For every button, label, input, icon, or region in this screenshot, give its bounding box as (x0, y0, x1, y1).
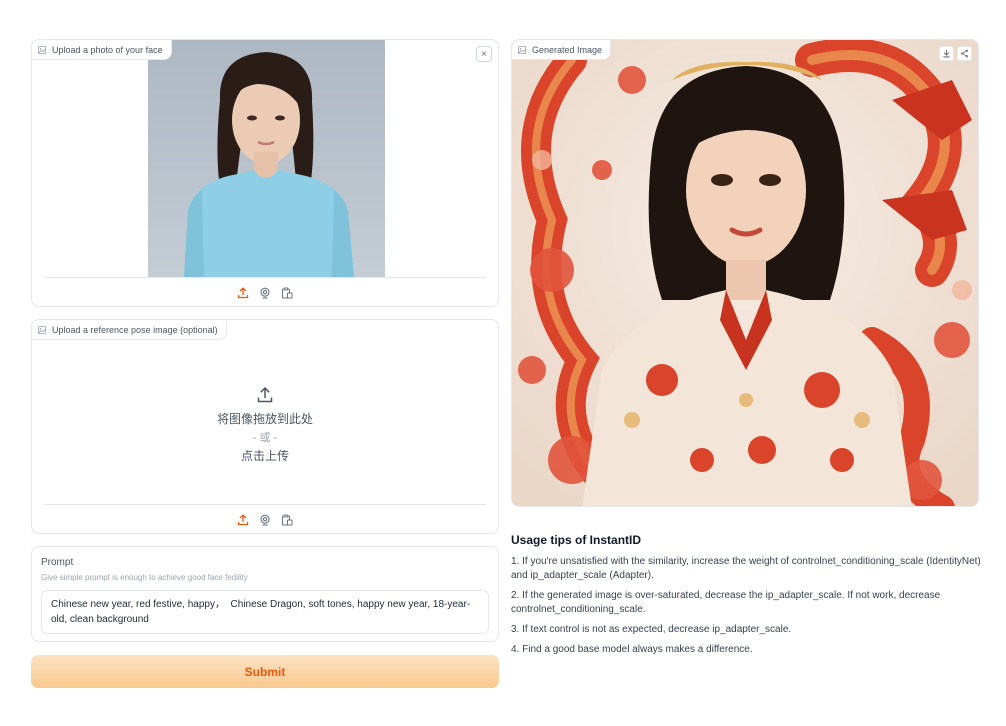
upload-button[interactable] (236, 286, 250, 300)
prompt-input[interactable]: Chinese new year, red festive, happy， Ch… (41, 590, 489, 634)
upload-icon (257, 386, 273, 403)
upload-button[interactable] (236, 513, 250, 527)
tip-item: 4. Find a good base model always makes a… (511, 644, 753, 655)
face-upload-label-text: Upload a photo of your face (52, 44, 163, 55)
tip-item: 3. If text control is not as expected, d… (511, 624, 792, 635)
click-upload-text: 点击上传 (240, 449, 289, 463)
generated-image (512, 40, 978, 506)
share-icon (961, 49, 968, 58)
tips-title: Usage tips of InstantID (511, 533, 642, 547)
usage-tips: Usage tips of InstantID 1. If you're uns… (511, 533, 981, 663)
pose-drop-zone[interactable]: 将图像拖放到此处 - 或 - 点击上传 (32, 360, 498, 490)
clear-image-button[interactable]: × (476, 46, 492, 62)
face-upload-panel[interactable]: Upload a photo of your face × (31, 39, 499, 307)
pose-source-toolbar (44, 504, 486, 534)
drop-text: 将图像拖放到此处 (216, 412, 313, 426)
submit-button[interactable]: Submit (31, 655, 499, 688)
prompt-info: Give simple prompt is enough to achieve … (41, 573, 248, 582)
download-button[interactable] (939, 46, 954, 61)
generated-image-panel: Generated Image (511, 39, 979, 507)
clipboard-button[interactable] (280, 286, 294, 300)
image-icon (38, 45, 46, 54)
upload-icon (237, 286, 249, 298)
tip-item: 1. If you're unsatisfied with the simila… (511, 556, 981, 581)
download-icon (943, 49, 950, 58)
image-actions (939, 46, 972, 61)
image-icon (38, 325, 46, 334)
face-photo-illustration (148, 40, 385, 277)
generated-image-label-text: Generated Image (532, 44, 603, 55)
share-button[interactable] (957, 46, 972, 61)
tip-item: 2. If the generated image is over-satura… (511, 590, 941, 615)
clipboard-icon (281, 514, 293, 526)
clipboard-icon (281, 287, 293, 299)
or-text: - 或 - (252, 432, 278, 444)
image-icon (518, 45, 526, 54)
webcam-icon (260, 287, 270, 299)
face-upload-label: Upload a photo of your face (32, 40, 172, 60)
prompt-panel: Prompt Give simple prompt is enough to a… (31, 546, 499, 642)
webcam-icon (260, 514, 270, 526)
webcam-button[interactable] (258, 513, 272, 527)
clipboard-button[interactable] (280, 513, 294, 527)
face-source-toolbar (44, 277, 486, 306)
pose-upload-label-text: Upload a reference pose image (optional) (52, 324, 218, 335)
pose-upload-label: Upload a reference pose image (optional) (32, 320, 227, 340)
webcam-button[interactable] (258, 286, 272, 300)
close-icon: × (481, 48, 487, 60)
upload-icon (237, 513, 249, 525)
prompt-label: Prompt (41, 557, 74, 568)
pose-upload-panel[interactable]: Upload a reference pose image (optional)… (31, 319, 499, 534)
face-photo (148, 40, 385, 277)
generated-image-label: Generated Image (512, 40, 612, 60)
